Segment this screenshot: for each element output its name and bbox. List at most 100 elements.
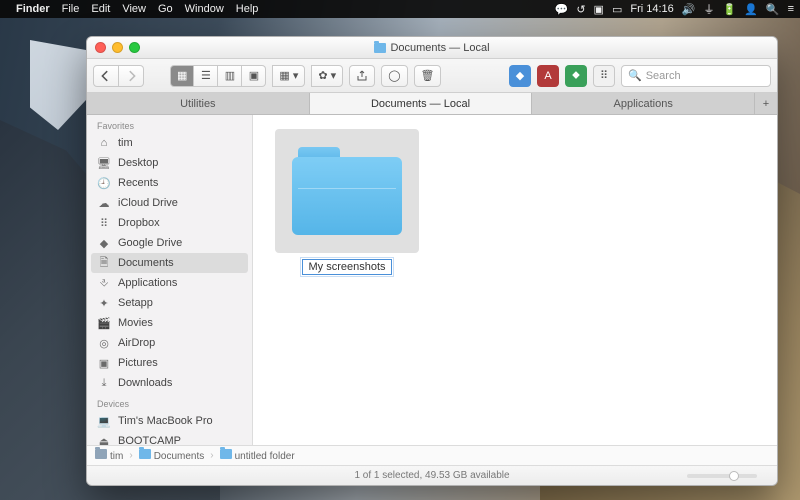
macos-menubar: Finder File Edit View Go Window Help 💬 ↺… — [0, 0, 800, 18]
delete-button[interactable]: 🗑 — [414, 65, 442, 87]
back-button[interactable] — [93, 65, 119, 87]
sidebar-item-label: Google Drive — [118, 237, 182, 249]
menu-help[interactable]: Help — [236, 3, 259, 15]
sidebar-item-dropbox[interactable]: ⠿Dropbox — [87, 213, 252, 233]
content-area[interactable]: My screenshots — [253, 115, 777, 445]
new-tab-button[interactable]: + — [755, 93, 777, 114]
tags-button[interactable]: ◯ — [381, 65, 407, 87]
search-icon: 🔍 — [628, 69, 642, 82]
toolbar-app-icon-3[interactable]: ⬥ — [565, 65, 587, 87]
zoom-button[interactable] — [129, 42, 140, 53]
icon-size-slider[interactable] — [687, 474, 757, 478]
status-chat-icon[interactable]: 💬 — [555, 3, 569, 16]
window-title-text: Documents — Local — [390, 42, 489, 54]
finder-window: Documents — Local ▦ ☰ ▥ ▣ ▦ ▾ ✿ ▾ ◯ 🗑 ◆ … — [86, 36, 778, 486]
sidebar-item-tim[interactable]: ⌂tim — [87, 133, 252, 153]
sidebar-item-label: Dropbox — [118, 217, 160, 229]
sidebar-item-documents[interactable]: 🗎Documents — [91, 253, 248, 273]
status-sync-icon[interactable]: ↺ — [576, 3, 585, 16]
menu-window[interactable]: Window — [185, 3, 224, 15]
status-wifi-icon[interactable]: ⏚ — [703, 1, 714, 17]
menu-view[interactable]: View — [122, 3, 146, 15]
tab-applications[interactable]: Applications — [532, 93, 755, 114]
disk-icon: ⏏ — [97, 434, 111, 445]
window-titlebar[interactable]: Documents — Local — [87, 37, 777, 59]
status-screen-icon[interactable]: ▣ — [594, 3, 604, 16]
desktop-icon: 🖥 — [97, 156, 111, 170]
sidebar-devices-header: Devices — [87, 393, 252, 411]
menubar-clock[interactable]: Fri 14:16 — [630, 3, 673, 15]
tab-utilities[interactable]: Utilities — [87, 93, 310, 114]
sidebar-item-bootcamp[interactable]: ⏏BOOTCAMP — [87, 431, 252, 445]
sidebar-item-label: Recents — [118, 177, 158, 189]
toolbar-app-icon-1[interactable]: ◆ — [509, 65, 531, 87]
menu-go[interactable]: Go — [158, 3, 173, 15]
tab-bar: Utilities Documents — Local Applications… — [87, 93, 777, 115]
path-segment-current[interactable]: untitled folder — [220, 449, 295, 462]
sidebar-item-airdrop[interactable]: ◎AirDrop — [87, 333, 252, 353]
path-segment-documents[interactable]: Documents — [139, 449, 205, 462]
path-bar: tim › Documents › untitled folder — [87, 445, 777, 465]
sidebar-item-recents[interactable]: 🕘Recents — [87, 173, 252, 193]
apps-icon: ⎀ — [97, 276, 111, 290]
sidebar-item-label: Tim's MacBook Pro — [118, 415, 213, 427]
sidebar-item-label: iCloud Drive — [118, 197, 178, 209]
menu-app-name[interactable]: Finder — [16, 3, 50, 15]
action-dropdown[interactable]: ✿ ▾ — [311, 65, 343, 87]
share-button[interactable] — [349, 65, 375, 87]
view-gallery-button[interactable]: ▣ — [242, 65, 266, 87]
star-icon: ✦ — [97, 296, 111, 310]
sidebar-item-setapp[interactable]: ✦ Setapp — [87, 293, 252, 313]
sidebar-item-label: Setapp — [118, 297, 153, 309]
status-user-icon[interactable]: 👤 — [744, 3, 758, 16]
gdrive-icon: ◆ — [97, 236, 111, 250]
sidebar-item-label: AirDrop — [118, 337, 155, 349]
folder-selection-highlight — [275, 129, 419, 253]
sidebar-item-label: Desktop — [118, 157, 158, 169]
toolbar-dropbox-icon[interactable]: ⠿ — [593, 65, 615, 87]
movie-icon: 🎬 — [97, 316, 111, 330]
sidebar-item-movies[interactable]: 🎬 Movies — [87, 313, 252, 333]
sidebar-item-downloads[interactable]: ⤓ Downloads — [87, 373, 252, 393]
view-icons-button[interactable]: ▦ — [170, 65, 194, 87]
status-sound-icon[interactable]: 🔊 — [682, 3, 696, 16]
chevron-icon: › — [210, 450, 213, 461]
tab-documents[interactable]: Documents — Local — [310, 93, 533, 114]
menu-edit[interactable]: Edit — [91, 3, 110, 15]
sidebar-favorites-header: Favorites — [87, 115, 252, 133]
sidebar-item-google-drive[interactable]: ◆ Google Drive — [87, 233, 252, 253]
toolbar-app-icon-2[interactable]: A — [537, 65, 559, 87]
folder-icon-large — [292, 147, 402, 235]
status-battery-icon[interactable]: 🔋 — [722, 3, 736, 16]
sidebar-item-label: Movies — [118, 317, 153, 329]
status-notifications-icon[interactable]: ≡ — [788, 3, 794, 15]
slider-knob[interactable] — [729, 471, 739, 481]
status-display-icon[interactable]: ▭ — [612, 3, 622, 16]
status-search-icon[interactable]: 🔍 — [766, 3, 780, 16]
path-segment-home[interactable]: tim — [95, 449, 123, 462]
sidebar-item-applications[interactable]: ⎀Applications — [87, 273, 252, 293]
down-icon: ⤓ — [97, 376, 111, 390]
sidebar-item-tim-s-macbook-pro[interactable]: 💻 Tim's MacBook Pro — [87, 411, 252, 431]
view-columns-button[interactable]: ▥ — [218, 65, 242, 87]
folder-icon — [139, 449, 151, 459]
arrange-dropdown[interactable]: ▦ ▾ — [272, 65, 305, 87]
home-icon — [95, 449, 107, 459]
close-button[interactable] — [95, 42, 106, 53]
sidebar-item-icloud-drive[interactable]: ☁ iCloud Drive — [87, 193, 252, 213]
folder-name-edit[interactable]: My screenshots — [302, 259, 391, 275]
nav-buttons — [93, 65, 144, 87]
sidebar-item-label: Downloads — [118, 377, 172, 389]
menu-file[interactable]: File — [62, 3, 80, 15]
sidebar-item-label: Documents — [118, 257, 174, 269]
minimize-button[interactable] — [112, 42, 123, 53]
cloud-icon: ☁ — [97, 196, 111, 210]
laptop-icon: 💻 — [97, 414, 111, 428]
search-field[interactable]: 🔍 Search — [621, 65, 771, 87]
sidebar-item-pictures[interactable]: ▣Pictures — [87, 353, 252, 373]
forward-button[interactable] — [119, 65, 144, 87]
folder-item[interactable]: My screenshots — [275, 129, 419, 275]
view-list-button[interactable]: ☰ — [194, 65, 218, 87]
sidebar-item-desktop[interactable]: 🖥 Desktop — [87, 153, 252, 173]
folder-icon — [374, 43, 386, 53]
